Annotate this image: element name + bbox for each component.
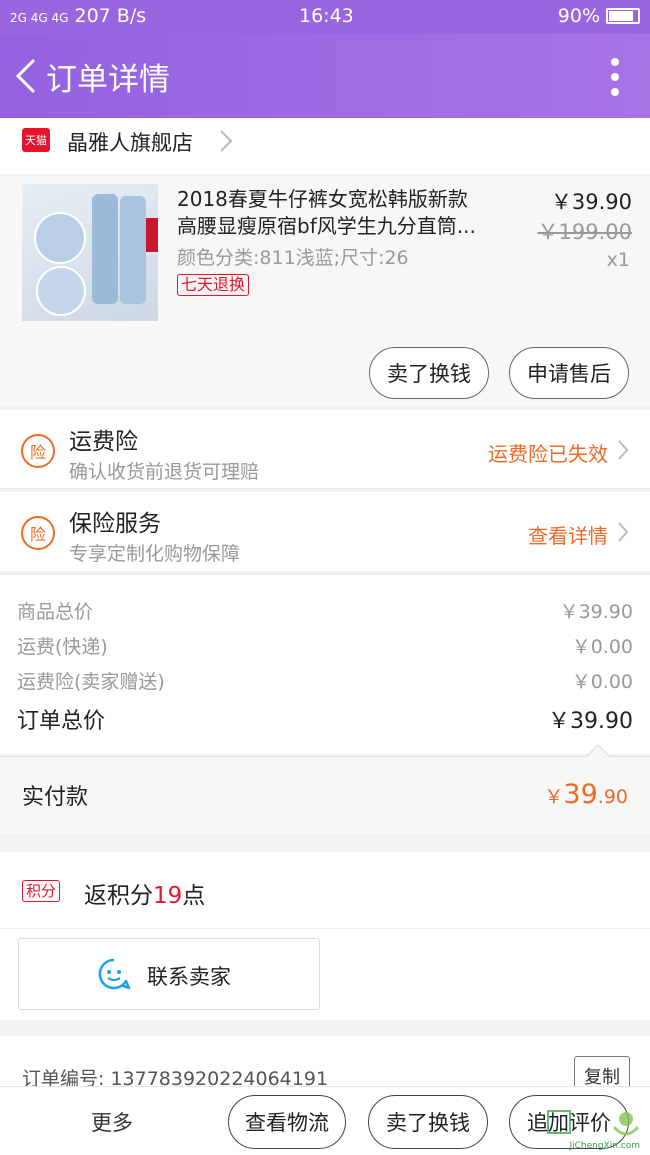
battery-icon <box>606 8 640 24</box>
battery-percent: 90% <box>557 5 600 27</box>
divider <box>0 928 650 929</box>
product-thumbnail[interactable] <box>22 184 158 321</box>
actual-payment-label: 实付款 <box>22 785 89 810</box>
order-total-value: ￥39.90 <box>548 709 633 734</box>
signal-indicator: 2G 4G 4G <box>10 11 69 25</box>
seven-day-return-badge: 七天退换 <box>177 274 250 296</box>
bottom-action-bar: 更多 查看物流 卖了换钱 追加评价 JiChengXin.com <box>0 1086 650 1155</box>
view-details-link[interactable]: 查看详情 <box>528 520 608 549</box>
chevron-right-icon <box>618 522 629 542</box>
status-right: 90% <box>558 5 640 27</box>
shipping-insurance-value: ￥0.00 <box>571 671 633 693</box>
shipping-label: 运费(快递) <box>17 636 108 658</box>
insurance-service-row[interactable]: 险 保险服务 专享定制化购物保障 查看详情 <box>0 492 650 571</box>
watermark-text: JiChengXin.com <box>569 1141 640 1151</box>
order-total-label: 订单总价 <box>17 709 106 734</box>
actual-payment-value: ￥39.90 <box>544 779 628 810</box>
status-bar: 2G 4G 4G 207 B/s 16:43 90% <box>0 0 650 34</box>
insurance-title: 运费险 <box>69 429 138 455</box>
sell-for-cash-button[interactable]: 卖了换钱 <box>369 347 489 399</box>
contact-seller-label: 联系卖家 <box>147 965 231 989</box>
goods-total-value: ￥39.90 <box>559 601 633 623</box>
request-after-sale-button[interactable]: 申请售后 <box>509 347 629 399</box>
price-summary: 商品总价 ￥39.90 运费(快递) ￥0.00 运费险(卖家赠送) ￥0.00… <box>0 574 650 754</box>
copy-button[interactable]: 复制 <box>574 1056 630 1086</box>
product-card: 2018春夏牛仔裤女宽松韩版新款 高腰显瘦原宿bf风学生九分直筒... 颜色分类… <box>0 176 650 406</box>
insurance-icon: 险 <box>21 434 55 468</box>
order-number-section: 订单编号: 137783920224064191 复制 <box>0 1036 650 1086</box>
points-suffix: 点 <box>182 883 206 909</box>
actual-payment-row: 实付款 ￥39.90 <box>0 756 650 834</box>
payment-integer: 39 <box>563 779 598 810</box>
product-price: ￥39.90 <box>550 190 632 214</box>
points-section: 积分 返积分19点 联系卖家 <box>0 852 650 1020</box>
points-text: 返积分19点 <box>84 876 205 910</box>
app-header: 订单详情 <box>0 34 650 118</box>
back-arrow-icon[interactable] <box>12 56 42 96</box>
order-number: 订单编号: 137783920224064191 <box>22 1068 329 1086</box>
chevron-right-icon <box>618 440 629 460</box>
shipping-insurance-label: 运费险(卖家赠送) <box>17 671 165 693</box>
tmall-badge-icon: 天猫 <box>22 128 50 152</box>
points-number: 19 <box>153 883 183 909</box>
store-row[interactable]: 天猫 晶雅人旗舰店 <box>0 118 650 174</box>
view-logistics-button[interactable]: 查看物流 <box>228 1095 346 1149</box>
product-title[interactable]: 2018春夏牛仔裤女宽松韩版新款 高腰显瘦原宿bf风学生九分直筒... <box>177 186 497 240</box>
product-title-line2: 高腰显瘦原宿bf风学生九分直筒... <box>177 214 476 238</box>
status-time: 16:43 <box>299 5 354 27</box>
store-name[interactable]: 晶雅人旗舰店 <box>67 127 193 157</box>
chat-bubble-icon <box>98 958 131 990</box>
page-title: 订单详情 <box>46 62 170 98</box>
more-button[interactable]: 更多 <box>91 1107 133 1137</box>
insurance-subtitle: 专享定制化购物保障 <box>69 543 241 565</box>
product-quantity: x1 <box>606 249 630 271</box>
points-badge: 积分 <box>22 880 61 902</box>
insurance-status-link[interactable]: 运费险已失效 <box>488 438 608 467</box>
shipping-insurance-row[interactable]: 险 运费险 确认收货前退货可理赔 运费险已失效 <box>0 410 650 489</box>
product-original-price: ￥199.00 <box>537 220 632 244</box>
payment-decimal: .90 <box>597 786 628 808</box>
network-speed: 207 B/s <box>74 5 147 27</box>
insurance-subtitle: 确认收货前退货可理赔 <box>69 461 260 483</box>
shipping-value: ￥0.00 <box>571 636 633 658</box>
status-left: 2G 4G 4G 207 B/s <box>10 5 146 27</box>
more-vertical-icon[interactable] <box>610 56 620 98</box>
sell-for-cash-bottom-button[interactable]: 卖了换钱 <box>368 1095 488 1149</box>
currency-symbol: ￥ <box>544 786 564 808</box>
insurance-icon: 险 <box>21 516 55 550</box>
insurance-title: 保险服务 <box>69 511 161 537</box>
product-title-line1: 2018春夏牛仔裤女宽松韩版新款 <box>177 187 468 211</box>
goods-total-label: 商品总价 <box>17 601 94 623</box>
chevron-right-icon <box>220 130 233 152</box>
points-prefix: 返积分 <box>84 883 153 909</box>
notch-decoration-inner <box>587 746 609 757</box>
product-spec: 颜色分类:811浅蓝;尺寸:26 <box>177 247 409 269</box>
contact-seller-button[interactable]: 联系卖家 <box>18 938 320 1010</box>
